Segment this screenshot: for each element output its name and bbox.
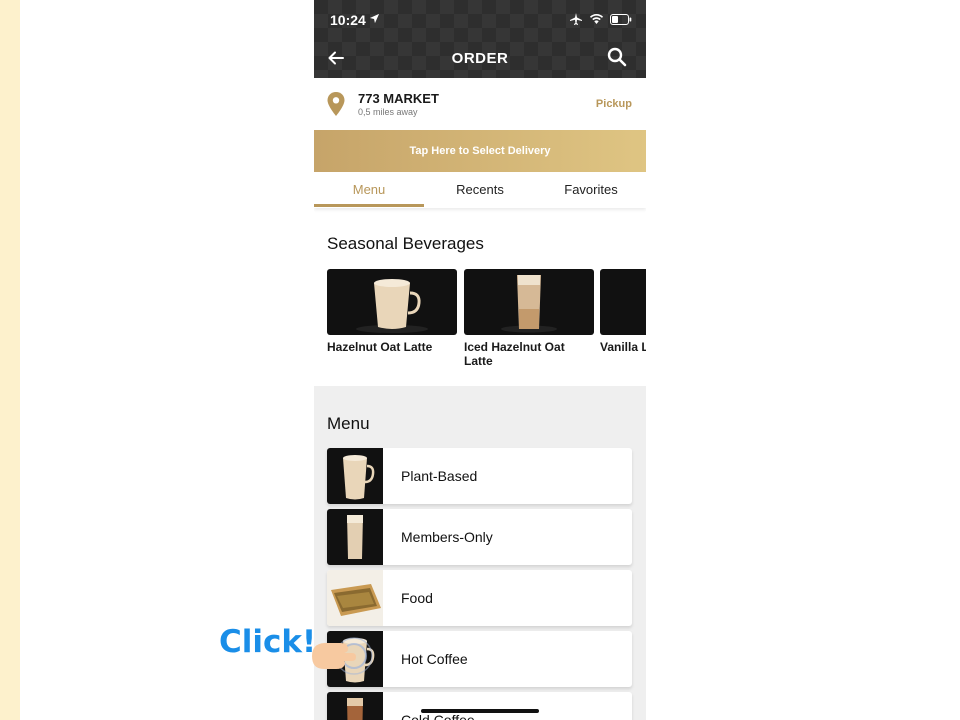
seasonal-carousel[interactable]: Hazelnut Oat Latte Iced Hazelnut Oat Lat… [327, 269, 646, 379]
menu-item-label: Cold Coffee [401, 712, 475, 720]
menu-item-plant-based[interactable]: Plant-Based [327, 448, 632, 504]
cold-coffee-thumbnail [327, 692, 383, 720]
store-distance: 0,5 miles away [358, 107, 418, 117]
vanilla-latte-image [600, 269, 646, 335]
seasonal-item-vanilla-latte[interactable]: Vanilla Latte [600, 269, 646, 354]
seasonal-item-name: Vanilla Latte [600, 340, 646, 354]
tab-menu[interactable]: Menu [314, 172, 424, 208]
battery-icon [610, 13, 632, 25]
status-icons [569, 12, 632, 26]
airplane-icon [570, 13, 582, 25]
store-name: 773 MARKET [358, 91, 439, 106]
hazelnut-oat-latte-image [327, 269, 457, 335]
map-pin-icon [327, 92, 345, 116]
menu-item-label: Plant-Based [401, 468, 478, 484]
location-arrow-icon [369, 13, 380, 24]
seasonal-item-name: Iced Hazelnut Oat Latte [464, 340, 565, 368]
top-bar: 10:24 ORDER [314, 0, 646, 78]
iced-hazelnut-oat-latte-image [464, 269, 594, 335]
left-accent-strip [0, 0, 20, 720]
menu-item-label: Hot Coffee [401, 651, 468, 667]
status-time: 10:24 [330, 12, 366, 28]
home-indicator [421, 709, 539, 713]
plant-based-thumbnail [327, 448, 383, 504]
menu-section-title: Menu [327, 414, 370, 433]
members-only-thumbnail [327, 509, 383, 565]
seasonal-section-title: Seasonal Beverages [327, 234, 484, 253]
phone-screen: 10:24 ORDER 773 MARKET 0,5 miles away Pi… [314, 0, 646, 720]
food-thumbnail [327, 570, 383, 626]
menu-item-food[interactable]: Food [327, 570, 632, 626]
tap-hand-icon [312, 637, 373, 675]
menu-item-cold-coffee[interactable]: Cold Coffee [327, 692, 632, 720]
seasonal-item-name: Hazelnut Oat Latte [327, 340, 433, 354]
click-annotation-label: Click! [219, 624, 317, 660]
pickup-mode-link[interactable]: Pickup [596, 98, 632, 110]
order-tabs: Menu Recents Favorites [314, 172, 646, 208]
page-title: ORDER [451, 50, 509, 67]
seasonal-item-hazelnut-oat-latte[interactable]: Hazelnut Oat Latte [327, 269, 457, 354]
tab-favorites[interactable]: Favorites [536, 172, 646, 208]
wifi-icon [589, 13, 604, 24]
menu-item-label: Food [401, 590, 433, 606]
select-delivery-banner[interactable]: Tap Here to Select Delivery [314, 130, 646, 172]
seasonal-item-iced-hazelnut-oat-latte[interactable]: Iced Hazelnut Oat Latte [464, 269, 594, 368]
menu-item-members-only[interactable]: Members-Only [327, 509, 632, 565]
store-selector[interactable]: 773 MARKET 0,5 miles away Pickup [314, 78, 646, 130]
tab-recents[interactable]: Recents [425, 172, 535, 208]
search-icon[interactable] [606, 46, 628, 68]
menu-item-label: Members-Only [401, 529, 493, 545]
